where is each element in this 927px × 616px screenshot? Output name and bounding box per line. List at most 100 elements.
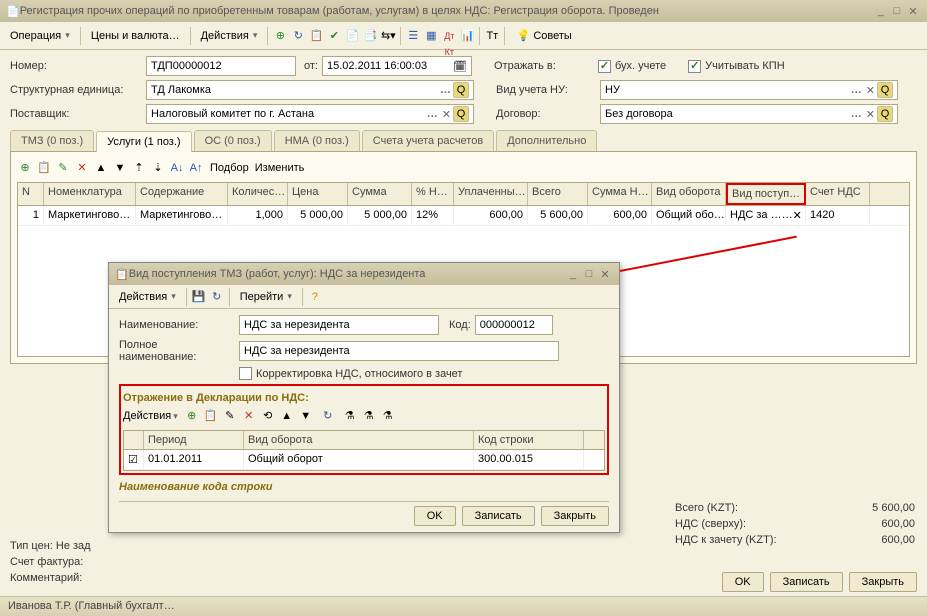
izmenit-button[interactable]: Изменить <box>255 162 305 174</box>
col-soder[interactable]: Содержание <box>136 183 228 205</box>
col-schet[interactable]: Счет НДС <box>806 183 870 205</box>
dlg-fullname-input[interactable]: НДС за нерезидента <box>239 341 559 361</box>
prices-button[interactable]: Цены и валюта… <box>85 28 186 44</box>
table-row[interactable]: 1 Маркетингово… Маркетингово… 1,000 5 00… <box>18 206 909 226</box>
kpn-checkbox[interactable]: ✓ <box>688 60 701 73</box>
dlg-code-input[interactable]: 000000012 <box>475 315 553 335</box>
doc1-icon[interactable]: 📄 <box>344 28 360 44</box>
dialog-min-button[interactable]: _ <box>565 268 581 280</box>
dlg-refresh2-icon[interactable]: ↻ <box>320 408 336 424</box>
close-button[interactable]: ✕ <box>905 5 921 18</box>
dlg-grid-actions[interactable]: Действия <box>123 410 178 422</box>
operation-menu[interactable]: Операция <box>4 28 76 44</box>
doc2-icon[interactable]: 📑 <box>362 28 378 44</box>
viducheta-help-icon[interactable]: Q <box>877 82 893 98</box>
dlg-close-button[interactable]: Закрыть <box>541 506 609 526</box>
maximize-button[interactable]: □ <box>889 5 905 17</box>
tab-os[interactable]: ОС (0 поз.) <box>194 130 272 151</box>
viducheta-input[interactable]: НУ … ✕ Q <box>600 80 898 100</box>
dlg-copy-icon[interactable]: 📋 <box>203 408 219 424</box>
tab-uslugi[interactable]: Услуги (1 поз.) <box>96 131 191 152</box>
copy-icon[interactable]: 📋 <box>308 28 324 44</box>
tab-nma[interactable]: НМА (0 поз.) <box>274 130 360 151</box>
dt-icon[interactable]: ДтКт <box>441 28 457 44</box>
move-down-icon[interactable]: ⇣ <box>150 160 166 176</box>
col-upl[interactable]: Уплаченны… <box>454 183 528 205</box>
col-vidob[interactable]: Вид оборота <box>652 183 726 205</box>
dlg-table-row[interactable]: ☑ 01.01.2011 Общий оборот 300.00.015 <box>124 450 604 470</box>
contract-select-icon[interactable]: … <box>849 108 864 120</box>
col-vidpost[interactable]: Вид поступ… <box>726 183 806 205</box>
dialog-goto-menu[interactable]: Перейти <box>234 289 298 305</box>
refresh-icon[interactable]: ↻ <box>290 28 306 44</box>
dlg-name-input[interactable]: НДС за нерезидента <box>239 315 439 335</box>
tab-tmz[interactable]: ТМЗ (0 поз.) <box>10 130 94 151</box>
nav-icon[interactable]: ⇆▾ <box>380 28 396 44</box>
cell-vidpost[interactable]: НДС за … … ✕ <box>726 206 806 225</box>
dlg-save-button[interactable]: Записать <box>462 506 535 526</box>
tab-scheta[interactable]: Счета учета расчетов <box>362 130 494 151</box>
sort-asc-icon[interactable]: A↓ <box>169 160 185 176</box>
dlg-edit-icon[interactable]: ✎ <box>222 408 238 424</box>
dlg-korr-checkbox[interactable] <box>239 367 252 380</box>
col-vsego[interactable]: Всего <box>528 183 588 205</box>
move-up-icon[interactable]: ⇡ <box>131 160 147 176</box>
report-icon[interactable]: 📊 <box>459 28 475 44</box>
viducheta-clear-icon[interactable]: ✕ <box>864 84 877 97</box>
contract-help-icon[interactable]: Q <box>877 106 893 122</box>
dlg-up-icon[interactable]: ▲ <box>279 408 295 424</box>
contract-input[interactable]: Без договора … ✕ Q <box>600 104 898 124</box>
dlg-col-vidob[interactable]: Вид оборота <box>244 431 474 449</box>
minimize-button[interactable]: _ <box>873 5 889 17</box>
sort-desc-icon[interactable]: A↑ <box>188 160 204 176</box>
main-ok-button[interactable]: OK <box>722 572 764 592</box>
grid-icon[interactable]: ▦ <box>423 28 439 44</box>
dlg-down-icon[interactable]: ▼ <box>298 408 314 424</box>
row-copy-icon[interactable]: 📋 <box>36 160 52 176</box>
main-save-button[interactable]: Записать <box>770 572 843 592</box>
col-kol[interactable]: Количес… <box>228 183 288 205</box>
calendar-icon[interactable]: 🗓 <box>453 60 467 73</box>
supplier-help-icon[interactable]: Q <box>453 106 469 122</box>
dlg-filter1-icon[interactable]: ⚗ <box>342 408 358 424</box>
row-down-icon[interactable]: ▼ <box>112 160 128 176</box>
dlg-revert-icon[interactable]: ⟲ <box>260 408 276 424</box>
text-icon[interactable]: Tт <box>484 28 500 44</box>
tips-button[interactable]: 💡Советы <box>509 26 577 46</box>
add-icon[interactable]: ⊕ <box>272 28 288 44</box>
vidpost-clear-icon[interactable]: ✕ <box>793 209 802 222</box>
dialog-close-button[interactable]: ✕ <box>597 268 613 281</box>
dialog-help-icon[interactable]: ? <box>307 289 323 305</box>
row-up-icon[interactable]: ▲ <box>93 160 109 176</box>
struct-select-icon[interactable]: … <box>438 84 453 96</box>
contract-clear-icon[interactable]: ✕ <box>864 108 877 121</box>
date-input[interactable]: 15.02.2011 16:00:03 🗓 <box>322 56 472 76</box>
main-close-button[interactable]: Закрыть <box>849 572 917 592</box>
struct-help-icon[interactable]: Q <box>453 82 469 98</box>
struct-input[interactable]: ТД Лакомка … Q <box>146 80 474 100</box>
bukh-checkbox[interactable]: ✓ <box>598 60 611 73</box>
col-price[interactable]: Цена <box>288 183 348 205</box>
tab-dop[interactable]: Дополнительно <box>496 130 597 151</box>
col-nomen[interactable]: Номенклатура <box>44 183 136 205</box>
row-edit-icon[interactable]: ✎ <box>55 160 71 176</box>
col-sum[interactable]: Сумма <box>348 183 412 205</box>
dlg-add-icon[interactable]: ⊕ <box>184 408 200 424</box>
supplier-select-icon[interactable]: … <box>425 108 440 120</box>
dlg-col-kod[interactable]: Код строки <box>474 431 584 449</box>
viducheta-select-icon[interactable]: … <box>849 84 864 96</box>
dialog-refresh-icon[interactable]: ↻ <box>209 289 225 305</box>
vidpost-select-icon[interactable]: … <box>782 209 793 222</box>
dialog-max-button[interactable]: □ <box>581 268 597 280</box>
number-input[interactable]: ТДП00000012 <box>146 56 296 76</box>
dialog-save-icon[interactable]: 💾 <box>191 289 207 305</box>
dlg-col-period[interactable]: Период <box>144 431 244 449</box>
row-delete-icon[interactable]: ✕ <box>74 160 90 176</box>
supplier-input[interactable]: Налоговый комитет по г. Астана … ✕ Q <box>146 104 474 124</box>
list-icon[interactable]: ☰ <box>405 28 421 44</box>
col-n[interactable]: N <box>18 183 44 205</box>
row-add-icon[interactable]: ⊕ <box>17 160 33 176</box>
col-sumn[interactable]: Сумма Н… <box>588 183 652 205</box>
dialog-actions-menu[interactable]: Действия <box>113 289 182 305</box>
dlg-del-icon[interactable]: ✕ <box>241 408 257 424</box>
